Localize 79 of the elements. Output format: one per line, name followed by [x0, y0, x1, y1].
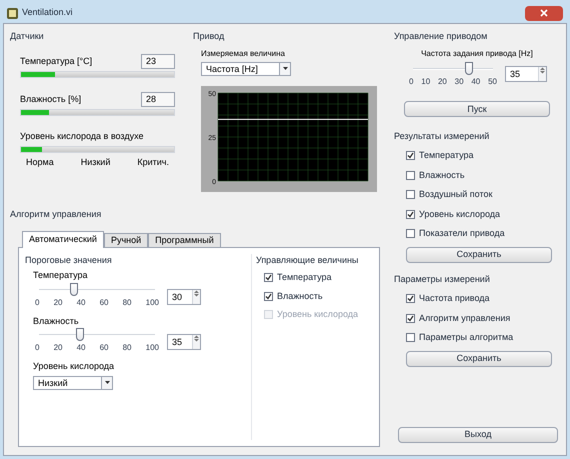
tick-label: 50	[488, 76, 497, 88]
checkbox[interactable]: Уровень кислорода	[406, 208, 560, 221]
tick-label: 20	[54, 296, 62, 308]
numeric-field[interactable]: 30	[167, 288, 201, 304]
numeric-field[interactable]: 35	[167, 334, 201, 350]
tick-label: 20	[54, 342, 62, 354]
group-title: Управление приводом	[394, 30, 488, 43]
checkbox[interactable]: Воздушный поток	[406, 188, 560, 202]
group-title: Пороговые значения	[25, 254, 113, 267]
scale-label: Критич.	[137, 156, 169, 169]
check-icon	[407, 210, 414, 218]
tab[interactable]: Ручной	[104, 232, 148, 246]
checkbox[interactable]: Параметры алгоритма	[406, 331, 560, 344]
slider-thumb[interactable]	[76, 328, 84, 341]
push-button[interactable]: Выход	[398, 426, 558, 443]
checkbox[interactable]: Показатели привода	[406, 227, 560, 240]
tick-label: 0	[35, 296, 40, 308]
group-title: Алгоритм управления	[10, 208, 102, 221]
tick-label: 20	[438, 76, 447, 88]
caret-icon	[282, 67, 288, 70]
value-display: 28	[141, 92, 175, 106]
checkbox[interactable]: Температура	[264, 271, 373, 284]
slider-label: Частота задания привода [Hz]	[421, 48, 533, 60]
group-title: Результаты измерений	[394, 130, 490, 143]
group-title: Управляющие величины	[256, 254, 360, 267]
group-title: Параметры измерений	[394, 272, 491, 286]
slider-label: Температура	[33, 269, 89, 282]
tick-label: 40	[471, 76, 480, 88]
tick-label: 0	[35, 342, 40, 354]
checkbox[interactable]: Влажность	[264, 290, 373, 303]
spin-arrows-icon	[194, 335, 199, 342]
slider-label: Влажность	[33, 314, 80, 328]
check-icon	[407, 314, 414, 322]
scale-label: Низкий	[80, 156, 110, 169]
check-icon	[265, 292, 272, 300]
gauge-label: Уровень кислорода в воздухе	[20, 130, 145, 143]
tick-label: 30	[454, 76, 464, 88]
tick-label: 60	[100, 296, 108, 308]
group-title: Датчики	[10, 30, 45, 43]
numeric-field[interactable]: 35	[505, 66, 547, 82]
checkbox[interactable]: Частота привода	[406, 292, 560, 306]
tick-label: 100	[146, 296, 159, 308]
tick-label: 10	[421, 76, 430, 88]
tick-label: 80	[122, 296, 132, 308]
value-display: 23	[141, 54, 175, 68]
scale-label: Норма	[26, 156, 54, 169]
slider-thumb[interactable]	[70, 282, 78, 296]
close-icon	[540, 9, 548, 17]
spin-arrows-icon	[194, 290, 199, 296]
checkbox[interactable]: Влажность	[406, 168, 560, 182]
gauge-label: Температура [°C]	[20, 55, 92, 68]
checkbox[interactable]: Алгоритм управления	[406, 312, 560, 325]
tick-label: 40	[76, 342, 86, 354]
dropdown[interactable]: Частота [Hz]	[201, 62, 291, 76]
push-button[interactable]: Сохранить	[406, 350, 552, 366]
caret-icon	[104, 381, 110, 384]
check-icon	[407, 295, 414, 302]
group-title: Привод	[193, 30, 226, 43]
close-button[interactable]	[525, 6, 563, 20]
spin-arrows-icon	[540, 66, 545, 74]
push-button[interactable]: Пуск	[404, 101, 550, 118]
gauge-label: Влажность [%]	[20, 93, 82, 106]
tick-label: 80	[122, 342, 132, 354]
dropdown[interactable]: Низкий	[33, 376, 113, 390]
field-label: Измеряемая величина	[201, 48, 286, 60]
tick-label: 40	[76, 296, 86, 308]
check-icon	[407, 152, 414, 160]
window-title: Ventilation.vi	[22, 6, 73, 20]
check-icon	[265, 274, 272, 282]
checkbox[interactable]: Температура	[406, 149, 560, 162]
app-icon	[7, 8, 18, 18]
field-label: Уровень кислорода	[33, 360, 116, 373]
tab[interactable]: Автоматический	[22, 230, 104, 248]
tick-label: 0	[409, 76, 414, 88]
tick-label: 100	[146, 342, 159, 354]
tab[interactable]: Программный	[148, 232, 221, 246]
slider-thumb[interactable]	[465, 62, 473, 74]
push-button[interactable]: Сохранить	[406, 246, 552, 262]
tick-label: 60	[100, 342, 108, 354]
